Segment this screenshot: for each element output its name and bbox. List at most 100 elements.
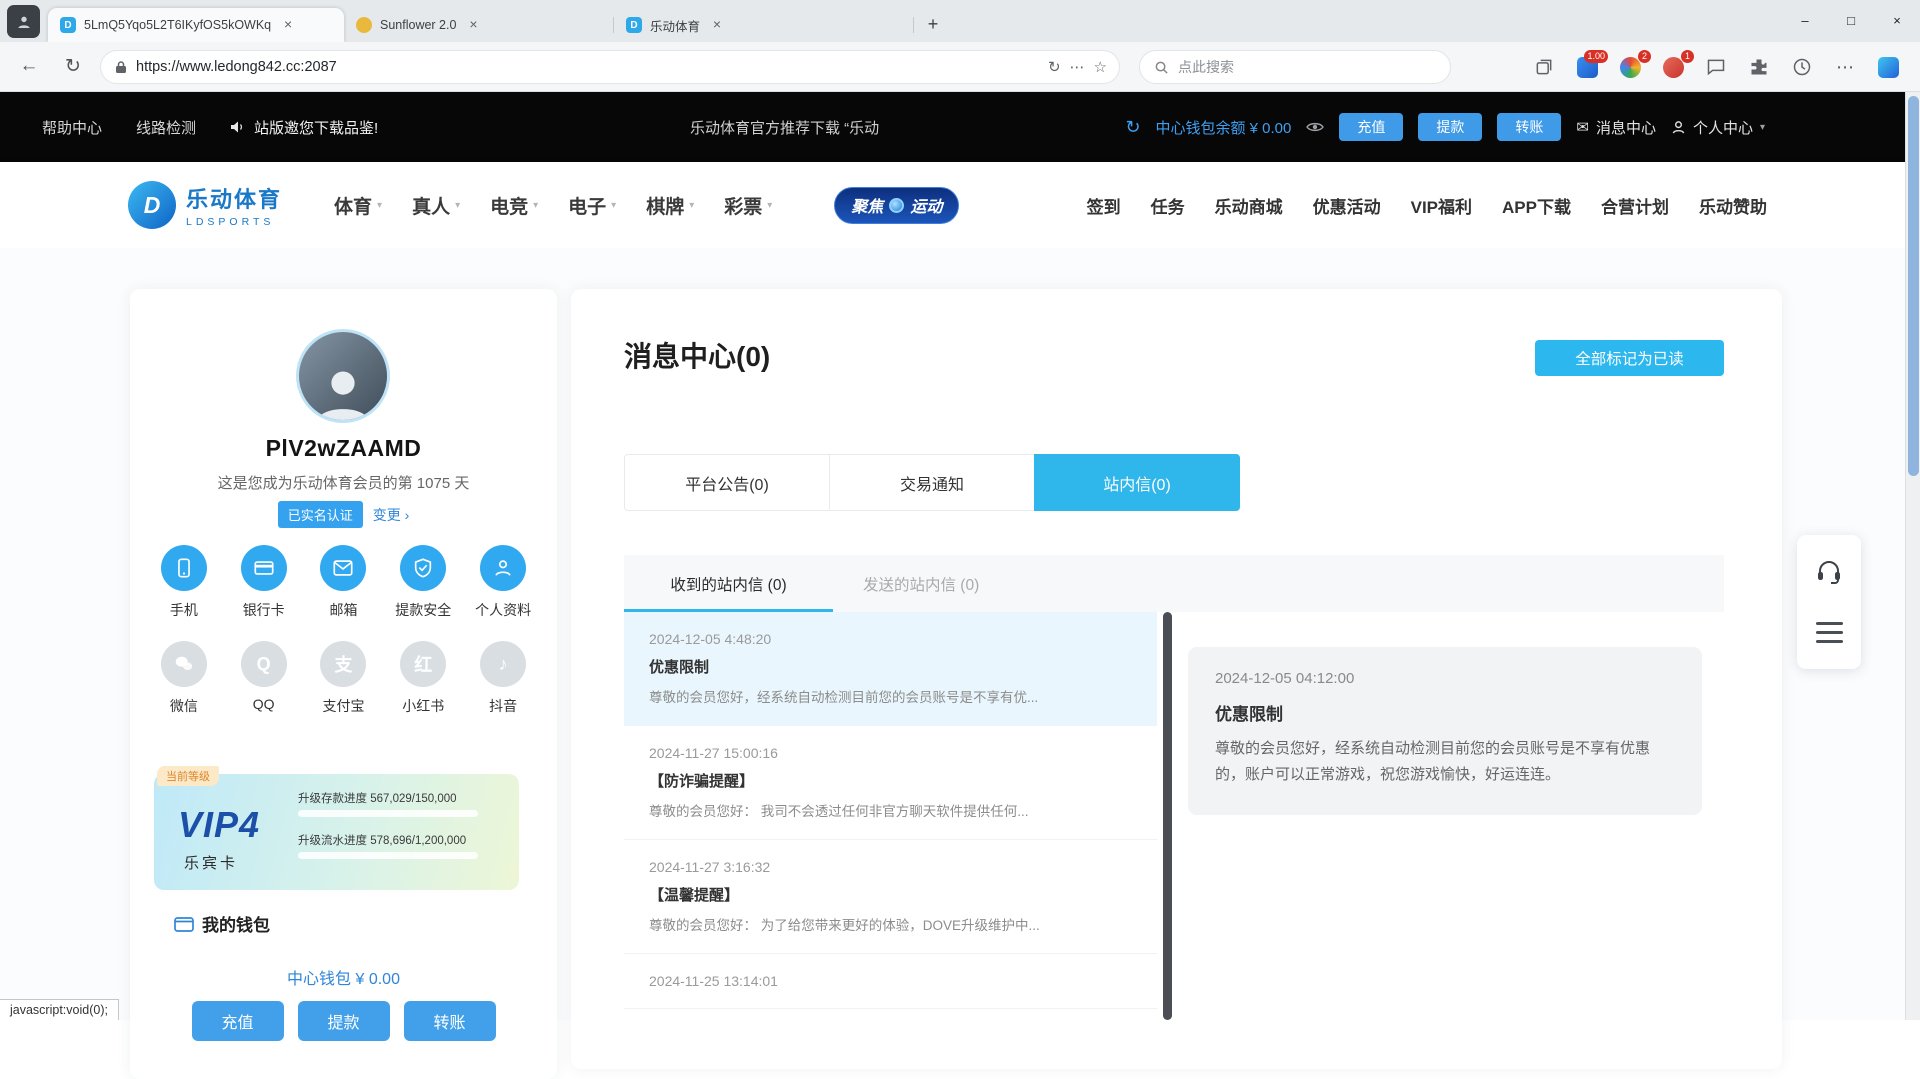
reload-page-icon[interactable]: ↻ bbox=[1048, 58, 1061, 76]
mark-all-read-button[interactable]: 全部标记为已读 bbox=[1535, 340, 1724, 376]
bank-card-item[interactable]: 银行卡 bbox=[241, 545, 287, 620]
nav-menu-slots[interactable]: 电子▾ bbox=[568, 192, 616, 219]
nav-link-signin[interactable]: 签到 bbox=[1087, 193, 1121, 218]
nav-link-app-download[interactable]: APP下载 bbox=[1502, 193, 1571, 218]
search-box[interactable] bbox=[1139, 50, 1451, 84]
tab-close-icon[interactable]: × bbox=[464, 16, 482, 34]
wallet-icon bbox=[174, 915, 194, 932]
alipay-item[interactable]: 支 支付宝 bbox=[320, 641, 366, 716]
window-close-button[interactable]: × bbox=[1874, 0, 1920, 40]
site-more-icon[interactable]: ⋯ bbox=[1070, 58, 1085, 76]
transfer-button[interactable]: 转账 bbox=[1497, 113, 1561, 141]
deposit-button[interactable]: 充值 bbox=[192, 1001, 284, 1041]
message-time: 2024-11-27 15:00:16 bbox=[649, 745, 1141, 761]
message-center-link[interactable]: ✉ 消息中心 bbox=[1576, 117, 1656, 138]
message-list-item[interactable]: 2024-11-25 13:14:01 bbox=[624, 954, 1157, 1009]
nav-link-vip[interactable]: VIP福利 bbox=[1411, 193, 1472, 218]
focus-emblem-icon bbox=[889, 198, 904, 213]
back-icon[interactable]: ← bbox=[14, 55, 44, 77]
window-minimize-button[interactable]: – bbox=[1782, 0, 1828, 40]
browser-menu-icon[interactable]: ⋯ bbox=[1833, 55, 1857, 79]
line-check-link[interactable]: 线路检测 bbox=[136, 117, 196, 138]
chat-icon[interactable] bbox=[1704, 55, 1728, 79]
transfer-button[interactable]: 转账 bbox=[404, 1001, 496, 1041]
nav-menu-sports[interactable]: 体育▾ bbox=[334, 192, 382, 219]
douyin-item[interactable]: ♪ 抖音 bbox=[480, 641, 526, 716]
withdraw-security-item[interactable]: 提款安全 bbox=[395, 545, 451, 620]
nav-menu-lottery[interactable]: 彩票▾ bbox=[724, 192, 772, 219]
announcement-text: 站版邀您下载品鉴! bbox=[254, 117, 378, 138]
nav-menu-live[interactable]: 真人▾ bbox=[412, 192, 460, 219]
wallet-refresh-icon[interactable]: ↻ bbox=[1125, 117, 1140, 138]
deposit-button[interactable]: 充值 bbox=[1339, 113, 1403, 141]
announcement[interactable]: 站版邀您下载品鉴! bbox=[230, 117, 378, 138]
headset-icon bbox=[1815, 559, 1843, 585]
phone-icon bbox=[161, 545, 207, 591]
nav-link-sponsor[interactable]: 乐动赞助 bbox=[1699, 193, 1767, 218]
chevron-down-icon: ▾ bbox=[455, 200, 460, 211]
wechat-item[interactable]: 微信 bbox=[161, 641, 207, 716]
personal-info-item[interactable]: 个人资料 bbox=[475, 545, 531, 620]
history-icon[interactable] bbox=[1790, 55, 1814, 79]
xiaohongshu-item[interactable]: 红 小红书 bbox=[400, 641, 446, 716]
nav-link-tasks[interactable]: 任务 bbox=[1151, 193, 1185, 218]
nav-link-affiliate[interactable]: 合营计划 bbox=[1601, 193, 1669, 218]
nav-link-mall[interactable]: 乐动商城 bbox=[1215, 193, 1283, 218]
wallet-badge: 1.00 bbox=[1584, 50, 1608, 63]
address-bar[interactable]: ↻ ⋯ ☆ bbox=[100, 50, 1120, 84]
tab-platform-announcements[interactable]: 平台公告(0) bbox=[624, 454, 830, 511]
chevron-down-icon: ▾ bbox=[377, 200, 382, 211]
site-logo[interactable]: D 乐动体育 LDSPORTS bbox=[128, 181, 282, 229]
browser-profile-button[interactable] bbox=[7, 5, 40, 38]
promo-text: 乐动体育官方推荐下载 “乐动 bbox=[690, 117, 879, 138]
eye-icon[interactable] bbox=[1306, 121, 1324, 133]
tab-transaction-notices[interactable]: 交易通知 bbox=[829, 454, 1035, 511]
scrollbar-thumb[interactable] bbox=[1908, 96, 1919, 476]
tab-close-icon[interactable]: × bbox=[708, 16, 726, 34]
copilot-sidebar-icon[interactable] bbox=[1876, 55, 1900, 79]
chevron-down-icon: ▾ bbox=[1760, 122, 1765, 133]
ld-logo-icon: D bbox=[128, 181, 176, 229]
tab-site-messages[interactable]: 站内信(0) bbox=[1034, 454, 1240, 511]
extension-c-icon[interactable]: 1 bbox=[1661, 55, 1685, 79]
focus-sports-badge[interactable]: 聚焦 运动 bbox=[834, 187, 959, 224]
new-tab-button[interactable]: + bbox=[918, 10, 948, 40]
search-input[interactable] bbox=[1178, 59, 1436, 75]
phone-item[interactable]: 手机 bbox=[161, 545, 207, 620]
withdraw-button[interactable]: 提款 bbox=[298, 1001, 390, 1041]
user-icon bbox=[1671, 120, 1686, 135]
message-list-item[interactable]: 2024-11-27 15:00:16 【防诈骗提醒】 尊敬的会员您好： 我司不… bbox=[624, 726, 1157, 840]
browser-tab-1[interactable]: D 5LmQ5Yqo5L2T6IKyfOS5kOWKq × bbox=[48, 8, 344, 42]
message-preview: 尊敬的会员您好： 为了给您带来更好的体验，DOVE升级维护中... bbox=[649, 914, 1141, 934]
scrollbar-thumb[interactable] bbox=[1163, 612, 1172, 1020]
quick-menu-button[interactable] bbox=[1805, 608, 1853, 656]
help-center-link[interactable]: 帮助中心 bbox=[42, 117, 102, 138]
mail-icon bbox=[320, 545, 366, 591]
url-input[interactable] bbox=[136, 59, 1039, 75]
nav-menu-esports[interactable]: 电竞▾ bbox=[490, 192, 538, 219]
extensions-puzzle-icon[interactable] bbox=[1747, 55, 1771, 79]
change-link[interactable]: 变更 › bbox=[373, 505, 410, 525]
subtab-received[interactable]: 收到的站内信 (0) bbox=[624, 555, 833, 612]
withdraw-button[interactable]: 提款 bbox=[1418, 113, 1482, 141]
collections-icon[interactable] bbox=[1532, 55, 1556, 79]
subtab-sent[interactable]: 发送的站内信 (0) bbox=[863, 555, 979, 612]
browser-toolbar: ← ↻ ↻ ⋯ ☆ 1.00 2 1 ⋯ bbox=[0, 42, 1920, 92]
browser-tab-3[interactable]: D 乐动体育 × bbox=[614, 8, 914, 42]
wallet-extension-icon[interactable]: 1.00 bbox=[1575, 55, 1599, 79]
nav-menu-cards[interactable]: 棋牌▾ bbox=[646, 192, 694, 219]
customer-service-button[interactable] bbox=[1805, 548, 1853, 596]
browser-tab-2[interactable]: Sunflower 2.0 × bbox=[344, 8, 614, 42]
refresh-icon[interactable]: ↻ bbox=[58, 55, 88, 78]
message-list-item[interactable]: 2024-12-05 4:48:20 优惠限制 尊敬的会员您好，经系统自动检测目… bbox=[624, 612, 1157, 726]
tab-close-icon[interactable]: × bbox=[279, 16, 297, 34]
extension-b-icon[interactable]: 2 bbox=[1618, 55, 1642, 79]
deposit-progress-label: 升级存款进度 567,029/150,000 bbox=[298, 790, 512, 806]
window-maximize-button[interactable]: □ bbox=[1828, 0, 1874, 40]
email-item[interactable]: 邮箱 bbox=[320, 545, 366, 620]
qq-item[interactable]: Q QQ bbox=[241, 641, 287, 716]
favorite-star-icon[interactable]: ☆ bbox=[1094, 58, 1107, 76]
message-list-item[interactable]: 2024-11-27 3:16:32 【温馨提醒】 尊敬的会员您好： 为了给您带… bbox=[624, 840, 1157, 954]
personal-center-link[interactable]: 个人中心 ▾ bbox=[1671, 117, 1765, 138]
nav-link-promotions[interactable]: 优惠活动 bbox=[1313, 193, 1381, 218]
